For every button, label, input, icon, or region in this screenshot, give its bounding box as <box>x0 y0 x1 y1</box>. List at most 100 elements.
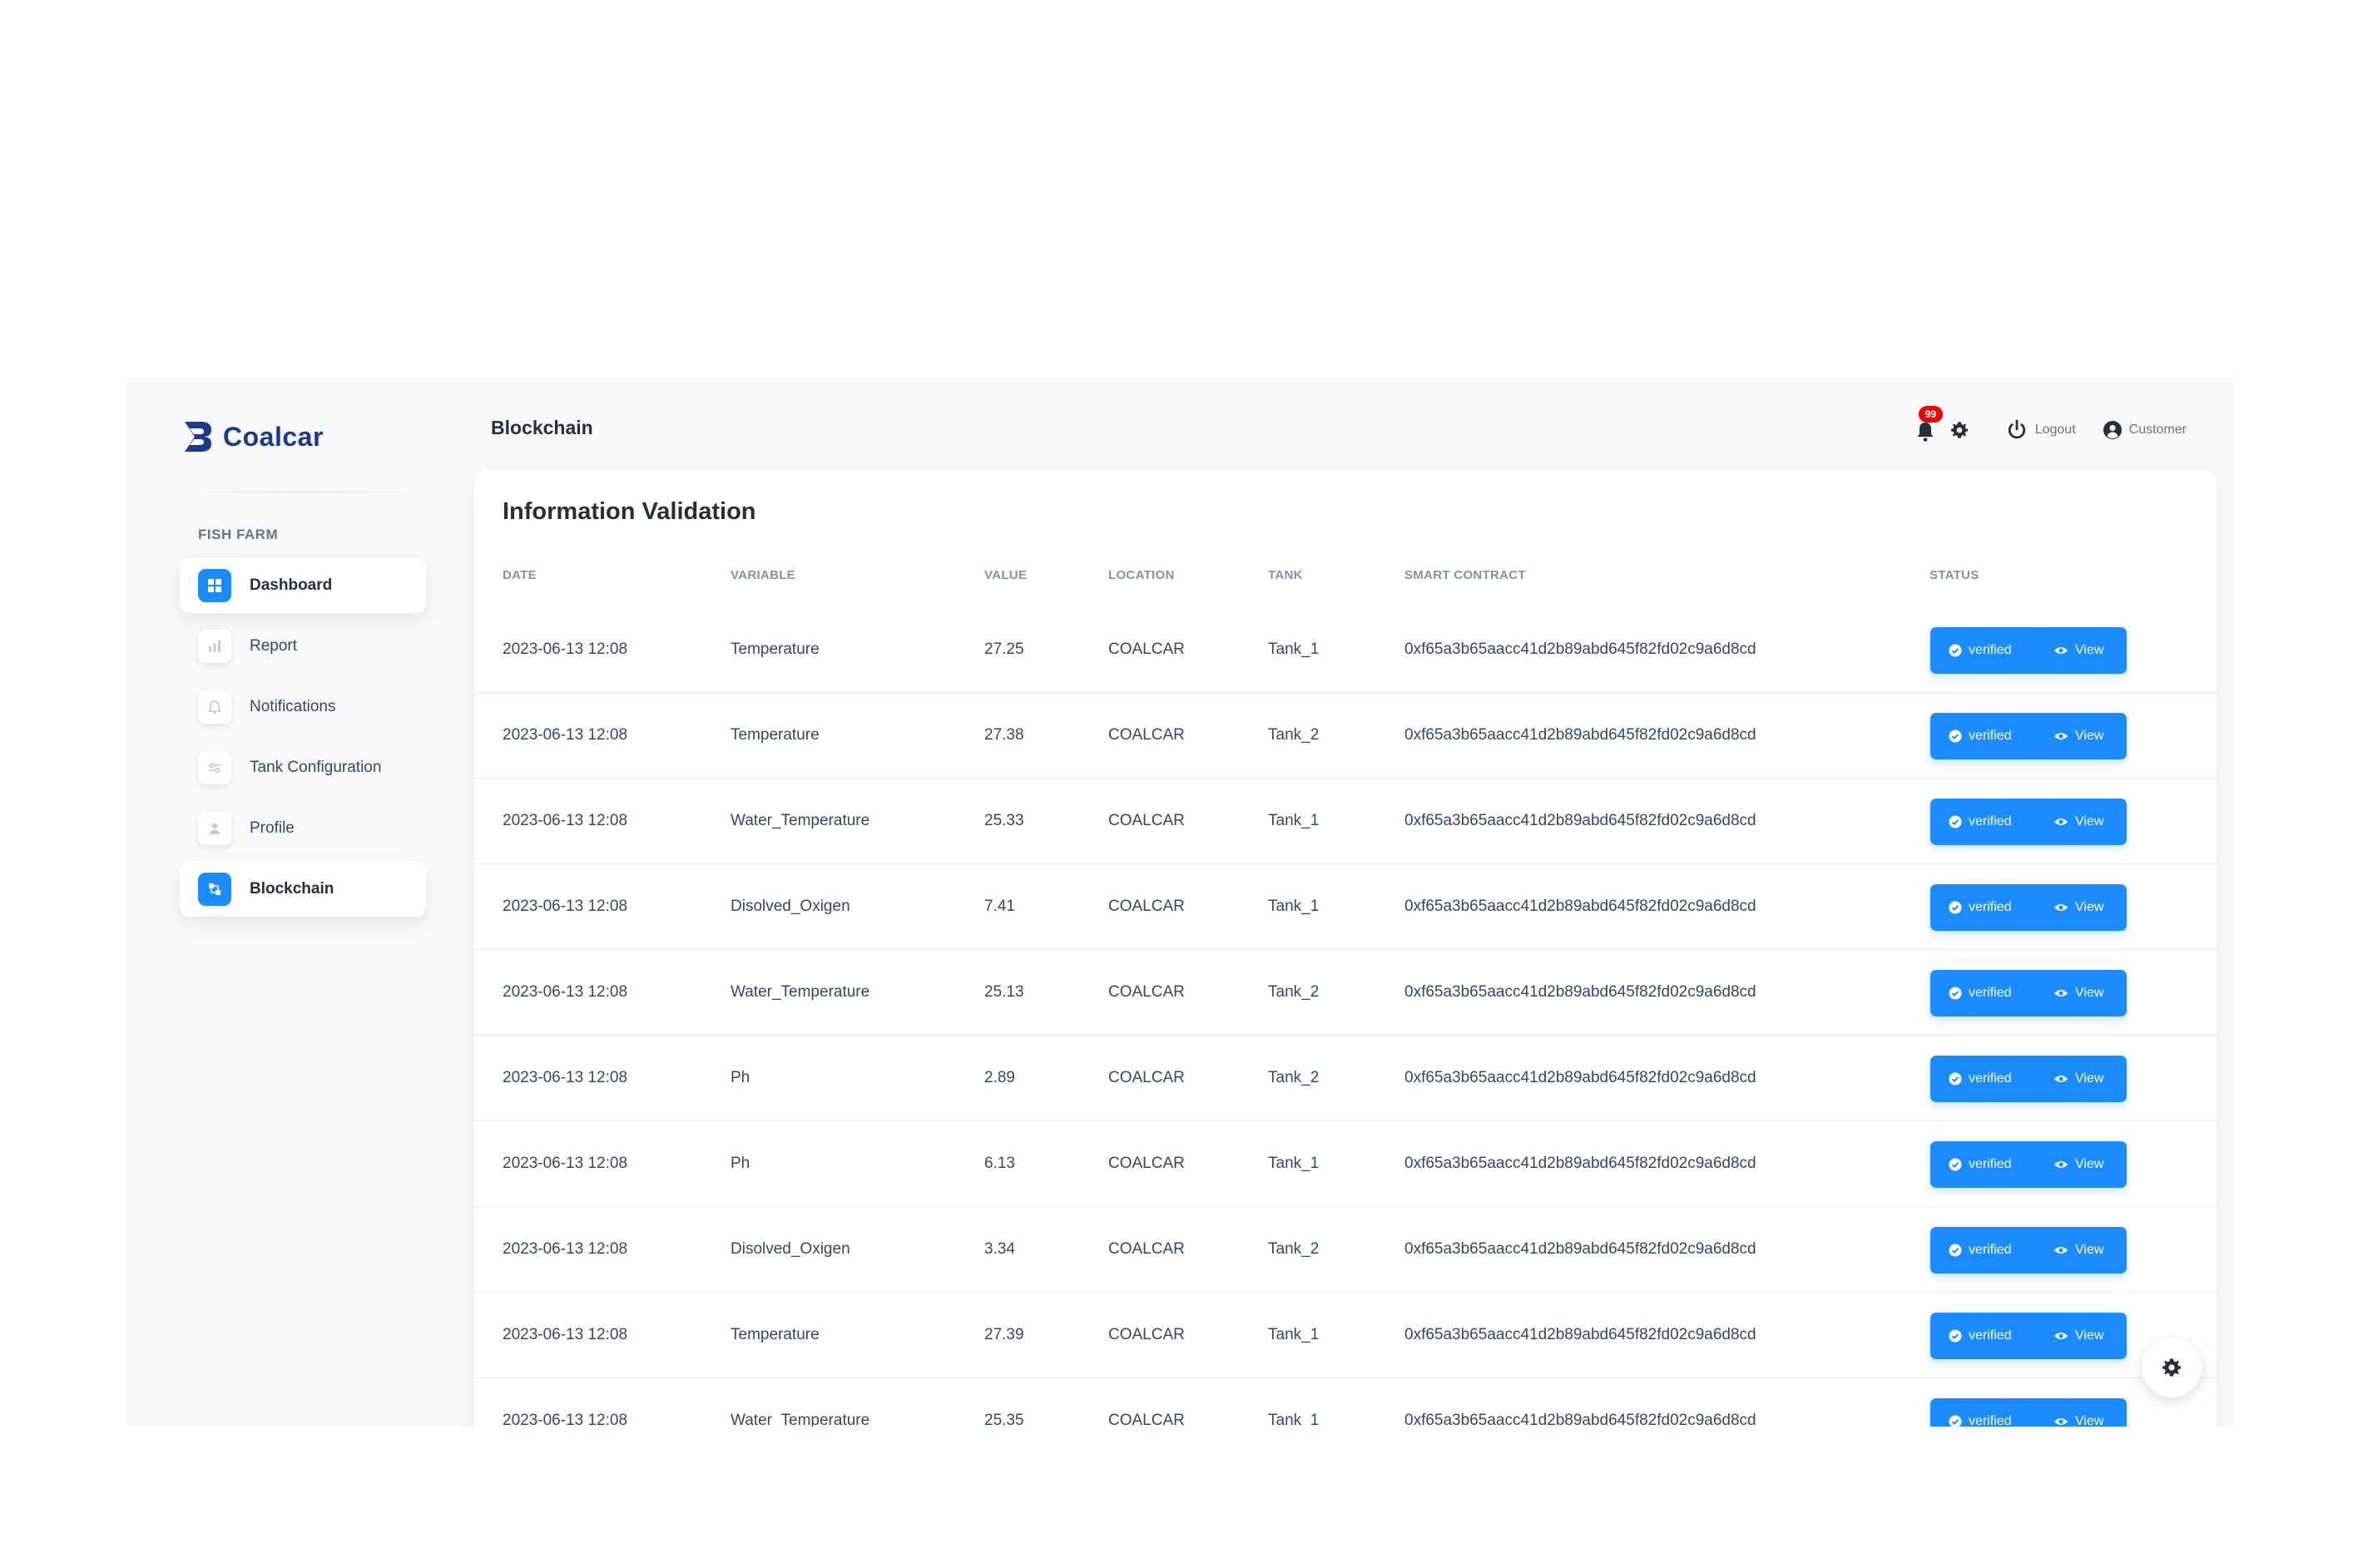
view-label: View <box>2075 643 2104 657</box>
sidebar-section-title: FISH FARM <box>198 527 279 542</box>
table-header: DATE VARIABLE VALUE LOCATION TANK SMART … <box>474 568 2217 593</box>
cell-value: 7.41 <box>984 898 1015 915</box>
view-button[interactable]: View <box>2040 814 2103 829</box>
sidebar-item-label: Tank Configuration <box>250 759 382 776</box>
view-button[interactable]: View <box>2040 1328 2103 1343</box>
sidebar-item-report[interactable]: Report <box>180 619 426 674</box>
cell-smart-contract: 0xf65a3b65aacc41d2b89abd645f82fd02c9a6d8… <box>1404 1069 1756 1086</box>
check-circle-icon <box>1949 1158 1962 1171</box>
cell-smart-contract: 0xf65a3b65aacc41d2b89abd645f82fd02c9a6d8… <box>1404 898 1756 915</box>
user-label: Customer <box>2128 423 2187 437</box>
cell-variable: Temperature <box>731 641 820 658</box>
check-circle-icon <box>1949 1072 1962 1086</box>
cell-date: 2023-06-13 12:08 <box>503 812 628 829</box>
view-button[interactable]: View <box>2040 986 2103 1001</box>
table-row: 2023-06-13 12:08 Water_Temperature 25.35 CO… <box>474 1378 2217 1427</box>
sidebar-item-dashboard[interactable]: Dashboard <box>180 558 426 613</box>
page-title: Blockchain <box>491 417 593 438</box>
verified-button[interactable]: verified <box>1930 729 2040 744</box>
cell-smart-contract: 0xf65a3b65aacc41d2b89abd645f82fd02c9a6d8… <box>1404 1326 1756 1343</box>
cell-tank: Tank_1 <box>1268 812 1320 829</box>
cell-value: 25.13 <box>984 983 1024 1001</box>
brand-logo[interactable]: Coalcar <box>181 418 324 455</box>
cell-variable: Water_Temperature <box>731 983 870 1001</box>
verified-button[interactable]: verified <box>1930 900 2040 915</box>
sidebar-item-profile[interactable]: Profile <box>180 801 426 856</box>
cell-location: COALCAR <box>1108 1069 1185 1086</box>
settings-fab[interactable] <box>2142 1338 2202 1397</box>
eye-icon <box>2054 1333 2068 1339</box>
sidebar-item-label: Blockchain <box>250 880 334 898</box>
verified-label: verified <box>1969 1243 2012 1257</box>
verified-label: verified <box>1969 900 2012 914</box>
logout-button[interactable]: Logout <box>2005 418 2076 442</box>
status-button-group: verified View <box>1930 1227 2127 1274</box>
gear-icon <box>2162 1358 2181 1377</box>
column-header-smart-contract: SMART CONTRACT <box>1404 568 1526 582</box>
cell-tank: Tank_1 <box>1268 898 1320 915</box>
cell-date: 2023-06-13 12:08 <box>503 983 628 1001</box>
sidebar-nav: Dashboard Report Notifications Tank Conf… <box>180 558 426 922</box>
verified-button[interactable]: verified <box>1930 986 2040 1001</box>
verified-button[interactable]: verified <box>1930 1328 2040 1343</box>
view-button[interactable]: View <box>2040 1071 2103 1086</box>
column-header-location: LOCATION <box>1108 568 1175 582</box>
view-button[interactable]: View <box>2040 643 2103 658</box>
sidebar-item-notifications[interactable]: Notifications <box>180 680 426 735</box>
eye-icon <box>2054 1161 2068 1168</box>
cell-date: 2023-06-13 12:08 <box>503 1240 628 1258</box>
view-label: View <box>2075 1157 2104 1171</box>
cell-value: 3.34 <box>984 1240 1015 1258</box>
verified-label: verified <box>1969 643 2012 657</box>
view-button[interactable]: View <box>2040 900 2103 915</box>
cell-smart-contract: 0xf65a3b65aacc41d2b89abd645f82fd02c9a6d8… <box>1404 641 1756 658</box>
eye-icon <box>2054 819 2068 825</box>
view-button[interactable]: View <box>2040 729 2103 744</box>
cell-smart-contract: 0xf65a3b65aacc41d2b89abd645f82fd02c9a6d8… <box>1404 812 1756 829</box>
sidebar-item-label: Profile <box>250 819 295 837</box>
sidebar-item-tank-configuration[interactable]: Tank Configuration <box>180 740 426 795</box>
view-button[interactable]: View <box>2040 1414 2103 1427</box>
cell-tank: Tank_2 <box>1268 1069 1320 1086</box>
cell-value: 27.38 <box>984 726 1024 744</box>
status-button-group: verified View <box>1930 884 2127 931</box>
status-button-group: verified View <box>1930 713 2127 759</box>
check-circle-icon <box>1949 1244 1962 1257</box>
check-circle-icon <box>1949 1415 1962 1427</box>
user-menu[interactable]: Customer <box>2103 420 2187 440</box>
verified-label: verified <box>1969 814 2012 829</box>
cell-smart-contract: 0xf65a3b65aacc41d2b89abd645f82fd02c9a6d8… <box>1404 1155 1756 1172</box>
brand-name: Coalcar <box>223 421 324 452</box>
verified-button[interactable]: verified <box>1930 1414 2040 1427</box>
status-button-group: verified View <box>1930 1313 2127 1359</box>
verified-button[interactable]: verified <box>1930 1157 2040 1172</box>
cell-value: 27.39 <box>984 1326 1024 1343</box>
bell-icon <box>1917 423 1934 442</box>
sidebar-item-label: Notifications <box>250 698 336 715</box>
verified-button[interactable]: verified <box>1930 1071 2040 1086</box>
verified-button[interactable]: verified <box>1930 643 2040 658</box>
settings-button[interactable] <box>1950 421 1969 439</box>
view-label: View <box>2075 1414 2104 1427</box>
status-button-group: verified View <box>1930 627 2127 674</box>
sidebar-item-blockchain[interactable]: Blockchain <box>180 862 426 917</box>
cell-date: 2023-06-13 12:08 <box>503 1069 628 1086</box>
eye-icon <box>2054 990 2068 997</box>
cell-date: 2023-06-13 12:08 <box>503 1155 628 1172</box>
view-label: View <box>2075 1071 2104 1086</box>
cell-date: 2023-06-13 12:08 <box>503 1412 628 1427</box>
view-button[interactable]: View <box>2040 1157 2103 1172</box>
status-button-group: verified View <box>1930 1141 2127 1188</box>
notifications-button[interactable]: 99 <box>1914 406 1944 443</box>
table-row: 2023-06-13 12:08 Disolved_Oxigen 3.34 COALC… <box>474 1207 2217 1293</box>
verified-button[interactable]: verified <box>1930 1243 2040 1258</box>
verified-button[interactable]: verified <box>1930 814 2040 829</box>
cell-variable: Disolved_Oxigen <box>731 1240 850 1258</box>
cell-location: COALCAR <box>1108 726 1185 744</box>
table-row: 2023-06-13 12:08 Temperature 27.39 COALCAR T… <box>474 1293 2217 1378</box>
chart-icon <box>198 630 231 663</box>
view-button[interactable]: View <box>2040 1243 2103 1258</box>
app-window: Coalcar FISH FARM Dashboard Report Notif… <box>125 377 2235 1427</box>
view-label: View <box>2075 1328 2104 1343</box>
cell-location: COALCAR <box>1108 1240 1185 1258</box>
